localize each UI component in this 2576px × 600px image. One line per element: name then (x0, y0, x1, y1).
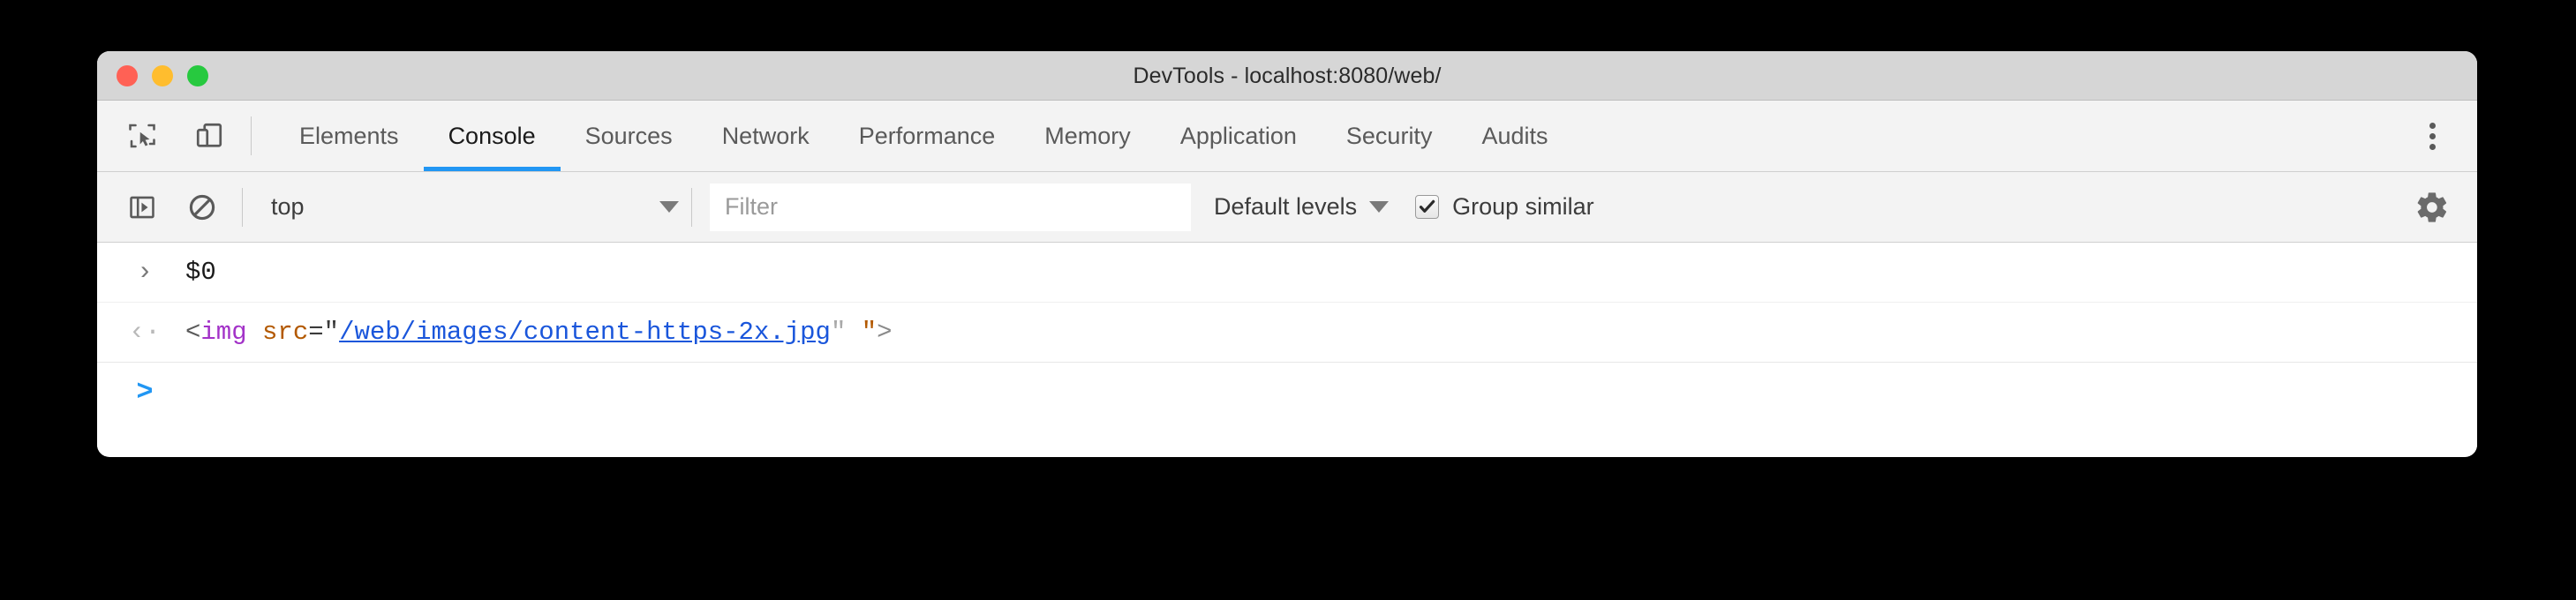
devtools-window: DevTools - localhost:8080/web/ Elements (97, 51, 2477, 457)
tab-label: Memory (1044, 122, 1131, 149)
tab-audits[interactable]: Audits (1457, 101, 1572, 171)
token-equals-quote: =" (308, 318, 340, 347)
more-options-icon[interactable] (2408, 112, 2456, 160)
tab-label: Application (1179, 122, 1297, 149)
tabbar-right-group (2390, 101, 2477, 171)
chevron-down-icon (659, 201, 679, 213)
console-prompt-row[interactable]: > (97, 363, 2477, 421)
console-toolbar-divider-1 (242, 187, 243, 227)
window-title: DevTools - localhost:8080/web/ (1133, 64, 1442, 88)
console-toolbar: top Default levels Group similar (97, 172, 2477, 243)
tab-console[interactable]: Console (423, 101, 561, 171)
inspect-element-icon[interactable] (118, 112, 166, 160)
window-titlebar: DevTools - localhost:8080/web/ (97, 51, 2477, 101)
console-sidebar-toggle-icon[interactable] (118, 184, 166, 231)
tab-label: Audits (1481, 122, 1548, 149)
tab-label: Performance (858, 122, 996, 149)
console-filter-input[interactable] (710, 183, 1191, 231)
group-similar-control[interactable]: Group similar (1415, 193, 1594, 221)
device-toolbar-icon[interactable] (185, 112, 233, 160)
console-levels-label: Default levels (1214, 193, 1358, 220)
tabbar-divider-left (251, 116, 252, 155)
image-src-link[interactable]: /web/images/content-https-2x.jpg (339, 318, 831, 347)
tab-application[interactable]: Application (1156, 101, 1322, 171)
gear-icon[interactable] (2408, 184, 2456, 231)
group-similar-label: Group similar (1452, 193, 1594, 220)
tab-security[interactable]: Security (1322, 101, 1457, 171)
chevron-down-icon (1369, 201, 1390, 213)
token-attr-name: src (262, 318, 309, 347)
console-toolbar-divider-2 (691, 187, 692, 227)
devtools-tab-list: Elements Console Sources Network Perform… (275, 101, 2390, 171)
tab-label: Security (1345, 122, 1433, 149)
tab-label: Network (721, 122, 810, 149)
console-result-text: <img src="/web/images/content-https-2x.j… (168, 318, 893, 347)
console-levels-dropdown[interactable]: Default levels (1214, 193, 1390, 221)
token-tag-name: img (200, 318, 247, 347)
devtools-tabbar: Elements Console Sources Network Perform… (97, 101, 2477, 172)
tabbar-tool-icons (118, 101, 251, 171)
prompt-caret-icon: > (136, 375, 154, 409)
console-input-text: $0 (185, 258, 216, 287)
tab-label: Sources (584, 122, 673, 149)
token-close-bracket: > (877, 318, 893, 347)
console-input-message[interactable]: › $0 (97, 243, 2477, 303)
clear-console-icon[interactable] (178, 184, 226, 231)
input-marker-icon: › (136, 257, 153, 288)
console-message-list[interactable]: › $0 ‹· <img src="/web/images/content-ht… (97, 243, 2477, 456)
token-open-bracket: < (185, 318, 201, 347)
token-gap (846, 318, 861, 347)
execution-context-select[interactable]: top (259, 184, 691, 230)
tab-label: Console (448, 122, 536, 149)
tab-network[interactable]: Network (697, 101, 834, 171)
tab-label: Elements (299, 122, 399, 149)
execution-context-value: top (271, 193, 305, 220)
output-marker-icon: ‹· (128, 317, 161, 348)
group-similar-checkbox[interactable] (1415, 195, 1440, 219)
tab-sources[interactable]: Sources (561, 101, 697, 171)
token-closing-quote: " (830, 318, 847, 347)
tab-elements[interactable]: Elements (275, 101, 424, 171)
tab-memory[interactable]: Memory (1020, 101, 1156, 171)
token-orphan-quote: " (861, 318, 877, 347)
tab-performance[interactable]: Performance (834, 101, 1021, 171)
console-result-message[interactable]: ‹· <img src="/web/images/content-https-2… (97, 303, 2477, 363)
